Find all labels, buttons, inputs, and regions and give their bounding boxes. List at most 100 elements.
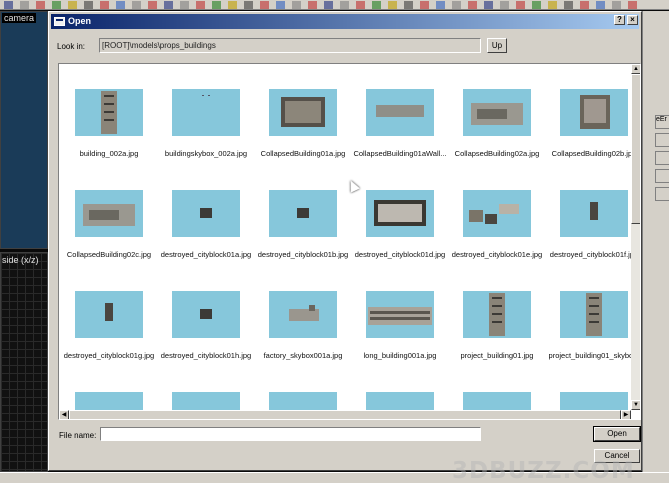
file-thumbnail-item[interactable]: destroyed_cityblock01g.jpg xyxy=(60,278,158,368)
toolbar-tool-icon[interactable] xyxy=(532,1,541,9)
scroll-up-arrow-icon[interactable]: ▲ xyxy=(631,64,640,74)
file-thumbnail-item[interactable]: project_building01.jpg xyxy=(448,278,546,368)
toolbar-tool-icon[interactable] xyxy=(116,1,125,9)
horizontal-scrollbar[interactable]: ◀ ▶ xyxy=(59,410,631,419)
right-panel-button[interactable] xyxy=(655,169,669,183)
close-button[interactable]: × xyxy=(627,15,638,25)
toolbar-tool-icon[interactable] xyxy=(196,1,205,9)
toolbar-tool-icon[interactable] xyxy=(100,1,109,9)
file-thumbnail-image xyxy=(269,190,337,237)
toolbar-tool-icon[interactable] xyxy=(372,1,381,9)
file-thumbnail-item[interactable] xyxy=(545,379,631,410)
file-thumbnail-image xyxy=(463,392,531,410)
toolbar-tool-icon[interactable] xyxy=(164,1,173,9)
open-button[interactable]: Open xyxy=(593,426,641,442)
dialog-title-bar[interactable]: Open xyxy=(51,14,639,29)
toolbar-tool-icon[interactable] xyxy=(180,1,189,9)
toolbar-tool-icon[interactable] xyxy=(388,1,397,9)
toolbar-tool-icon[interactable] xyxy=(500,1,509,9)
file-thumbnail-item[interactable]: destroyed_cityblock01d.jpg xyxy=(351,177,449,267)
file-thumbnail-item[interactable]: destroyed_cityblock01h.jpg xyxy=(157,278,255,368)
scroll-down-arrow-icon[interactable]: ▼ xyxy=(631,400,640,410)
toolbar-tool-icon[interactable] xyxy=(628,1,637,9)
file-thumbnail-item[interactable] xyxy=(157,379,255,410)
file-thumbnail-item[interactable]: CollapsedBuilding02a.jpg xyxy=(448,76,546,166)
toolbar-tool-icon[interactable] xyxy=(228,1,237,9)
file-thumbnail-image xyxy=(75,89,143,136)
file-thumbnail-item[interactable]: building_002a.jpg xyxy=(60,76,158,166)
file-name-input[interactable] xyxy=(100,427,481,441)
file-thumbnail-item[interactable] xyxy=(254,379,352,410)
toolbar-tool-icon[interactable] xyxy=(260,1,269,9)
toolbar-tool-icon[interactable] xyxy=(404,1,413,9)
vertical-scrollbar[interactable]: ▲ ▼ xyxy=(631,64,640,410)
file-thumbnail-item[interactable]: CollapsedBuilding01aWall... xyxy=(351,76,449,166)
file-thumbnail-item[interactable]: long_building001a.jpg xyxy=(351,278,449,368)
right-panel-button[interactable] xyxy=(655,133,669,147)
file-thumbnail-item[interactable]: destroyed_cityblock01f.jpg xyxy=(545,177,631,267)
file-thumbnail-item[interactable] xyxy=(448,379,546,410)
toolbar-tool-icon[interactable] xyxy=(308,1,317,9)
toolbar-tool-icon[interactable] xyxy=(596,1,605,9)
help-button[interactable]: ? xyxy=(614,15,625,25)
toolbar-tool-icon[interactable] xyxy=(484,1,493,9)
right-panel-button[interactable] xyxy=(655,187,669,201)
look-in-path[interactable]: [ROOT]\models\props_buildings xyxy=(99,38,481,53)
file-thumbnail-item[interactable]: CollapsedBuilding02b.jpg xyxy=(545,76,631,166)
toolbar-tool-icon[interactable] xyxy=(468,1,477,9)
toolbar-tool-icon[interactable] xyxy=(452,1,461,9)
toolbar-tool-icon[interactable] xyxy=(580,1,589,9)
toolbar-tool-icon[interactable] xyxy=(324,1,333,9)
toolbar-tool-icon[interactable] xyxy=(420,1,429,9)
toolbar-tool-icon[interactable] xyxy=(356,1,365,9)
file-thumbnail-item[interactable]: buildingskybox_002a.jpg xyxy=(157,76,255,166)
toolbar-tool-icon[interactable] xyxy=(84,1,93,9)
file-thumbnail-list[interactable]: building_002a.jpg buildingskybox_002a.jpg… xyxy=(58,63,641,420)
file-thumbnail-item[interactable]: project_building01_skybo... xyxy=(545,278,631,368)
file-thumbnail-item[interactable]: destroyed_cityblock01e.jpg xyxy=(448,177,546,267)
vertical-scroll-thumb[interactable] xyxy=(631,74,640,224)
scroll-right-arrow-icon[interactable]: ▶ xyxy=(621,410,631,419)
file-thumbnail-item[interactable]: CollapsedBuilding02c.jpg xyxy=(60,177,158,267)
right-panel-button[interactable] xyxy=(655,151,669,165)
toolbar-tool-icon[interactable] xyxy=(548,1,557,9)
toolbar-tool-icon[interactable] xyxy=(564,1,573,9)
toolbar-tool-icon[interactable] xyxy=(68,1,77,9)
scroll-left-arrow-icon[interactable]: ◀ xyxy=(59,410,69,419)
toolbar-tool-icon[interactable] xyxy=(340,1,349,9)
toolbar-tool-icon[interactable] xyxy=(148,1,157,9)
file-thumbnail-image xyxy=(269,392,337,410)
toolbar-tool-icon[interactable] xyxy=(132,1,141,9)
file-thumbnail-image xyxy=(269,89,337,136)
toolbar-tool-icon[interactable] xyxy=(244,1,253,9)
building-graphic xyxy=(584,99,606,123)
toolbar-tool-icon[interactable] xyxy=(20,1,29,9)
file-thumbnail-image xyxy=(560,392,628,410)
file-thumbnail-item[interactable]: factory_skybox001a.jpg xyxy=(254,278,352,368)
toolbar-tool-icon[interactable] xyxy=(36,1,45,9)
toolbar-tool-icon[interactable] xyxy=(52,1,61,9)
toolbar-tool-icon[interactable] xyxy=(212,1,221,9)
toolbar-tool-icon[interactable] xyxy=(4,1,13,9)
building-graphic xyxy=(285,101,321,123)
window-icon xyxy=(54,17,65,26)
toolbar-tool-icon[interactable] xyxy=(436,1,445,9)
file-thumbnail-item[interactable] xyxy=(351,379,449,410)
right-panel: eEr xyxy=(642,11,669,472)
building-graphic xyxy=(202,95,204,96)
up-button[interactable]: Up xyxy=(487,38,507,53)
file-thumbnail-label: CollapsedBuilding01a.jpg xyxy=(260,149,346,158)
toolbar-tool-icon[interactable] xyxy=(276,1,285,9)
toolbar-tool-icon[interactable] xyxy=(516,1,525,9)
camera-viewport[interactable]: camera xyxy=(0,11,48,249)
toolbar-tool-icon[interactable] xyxy=(292,1,301,9)
file-thumbnail-image xyxy=(366,89,434,136)
file-thumbnail-item[interactable] xyxy=(60,379,158,410)
file-thumbnail-item[interactable]: destroyed_cityblock01b.jpg xyxy=(254,177,352,267)
file-thumbnail-item[interactable]: CollapsedBuilding01a.jpg xyxy=(254,76,352,166)
toolbar-tool-icon[interactable] xyxy=(612,1,621,9)
side-viewport[interactable]: side (x/z) xyxy=(0,252,48,472)
right-panel-button[interactable]: eEr xyxy=(655,115,669,129)
horizontal-scroll-thumb[interactable] xyxy=(69,410,621,419)
file-thumbnail-item[interactable]: destroyed_cityblock01a.jpg xyxy=(157,177,255,267)
